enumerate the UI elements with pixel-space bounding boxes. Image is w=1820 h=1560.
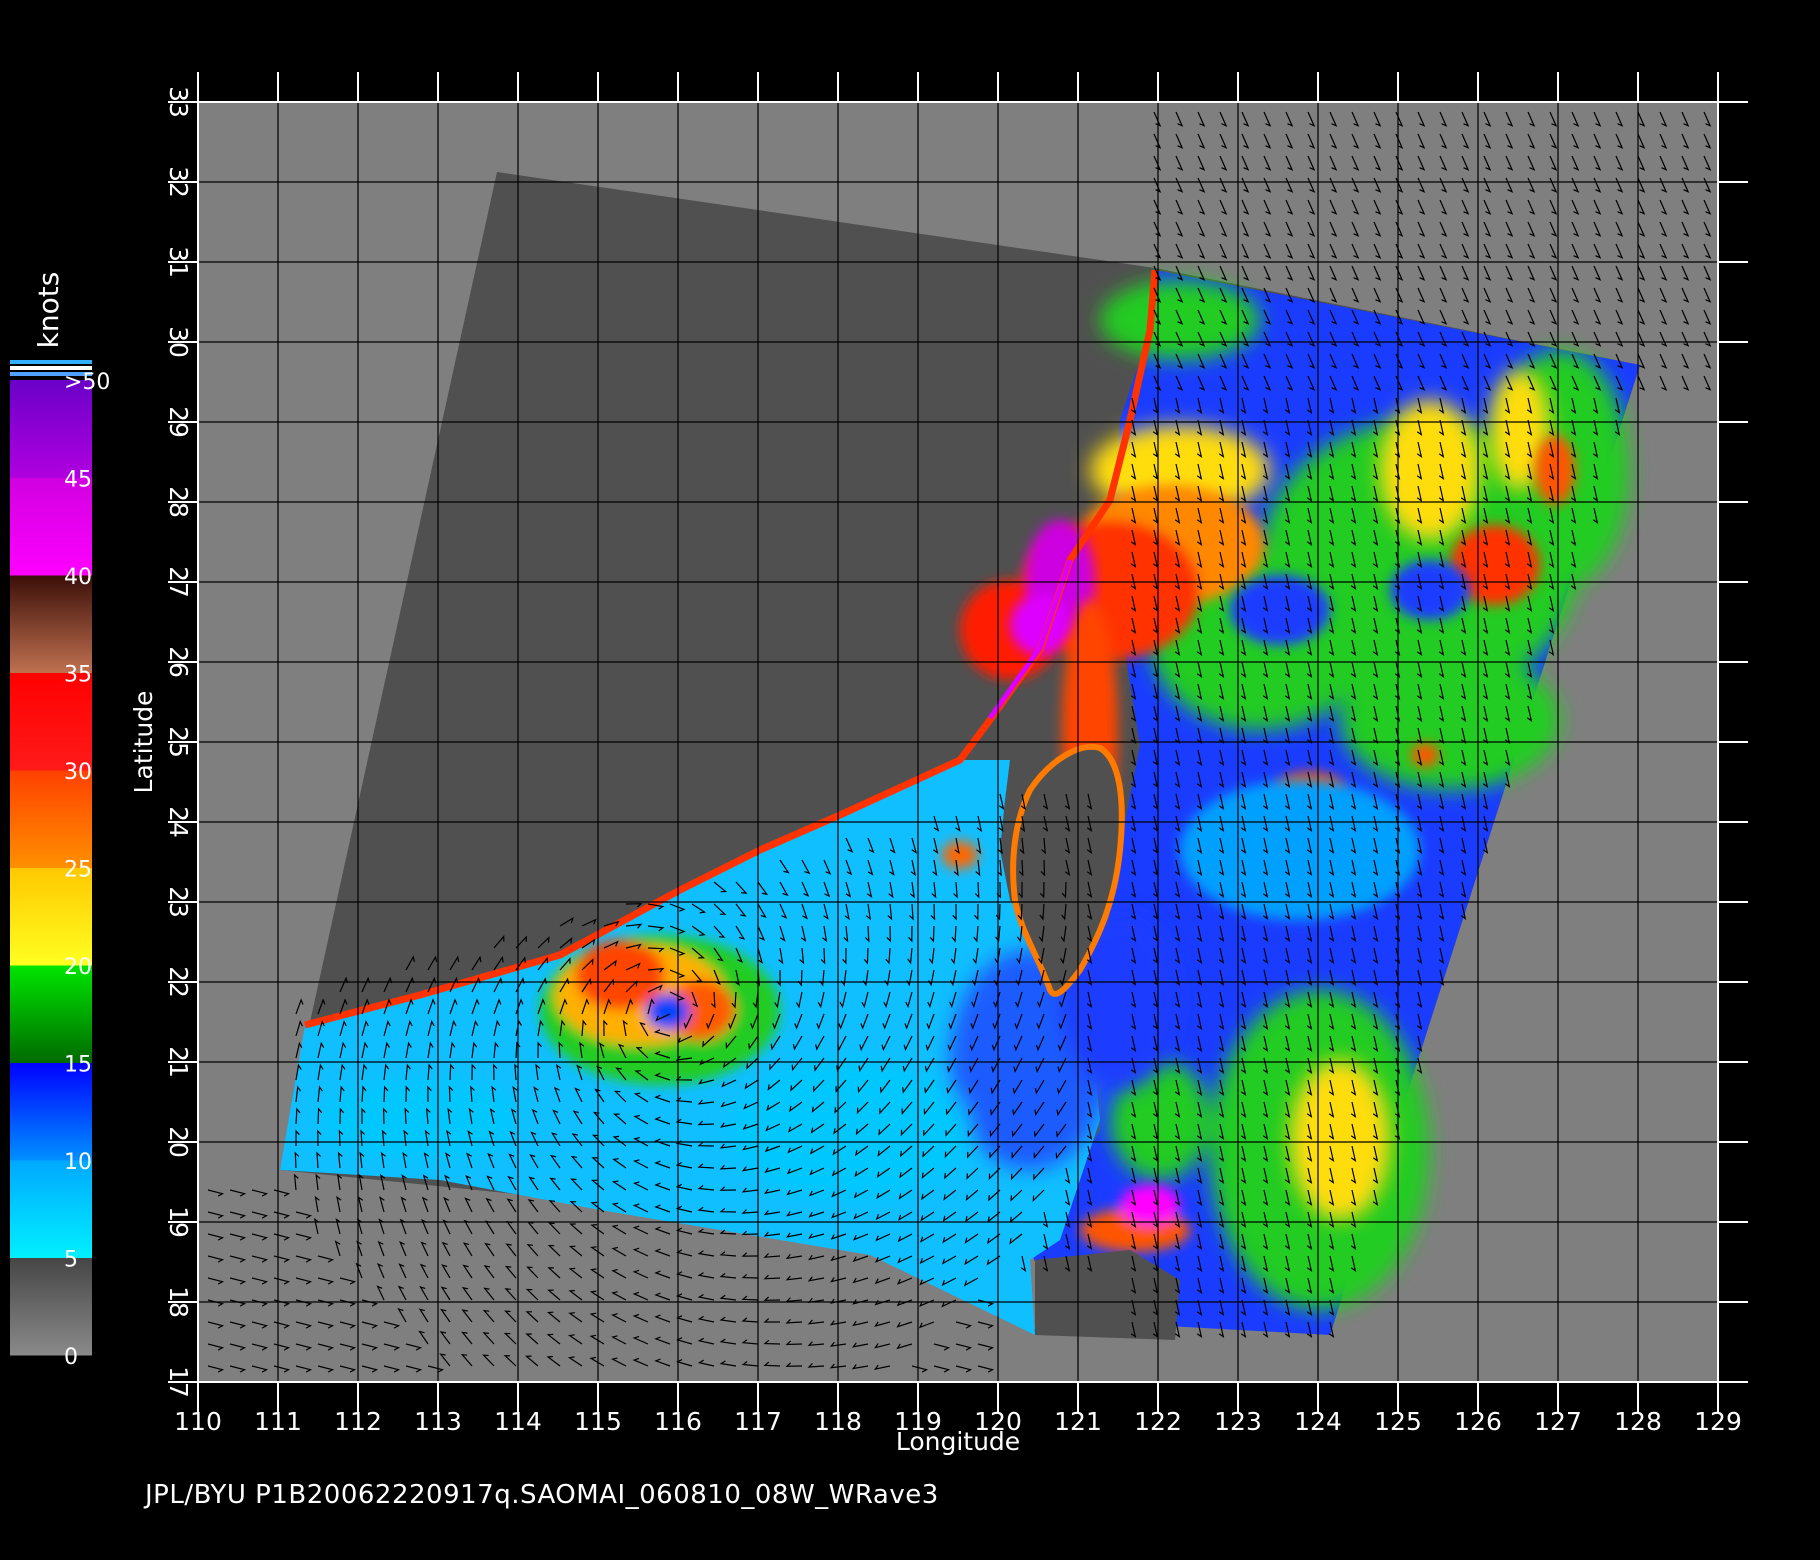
lat-tick-label-28: 28 xyxy=(164,486,193,518)
lon-tick-label-111: 111 xyxy=(254,1407,302,1436)
lat-tick-label-22: 22 xyxy=(164,966,193,998)
lat-tick-label-21: 21 xyxy=(164,1046,193,1078)
colorbar-tick-label: 5 xyxy=(64,1248,78,1273)
lat-tick-label-29: 29 xyxy=(164,406,193,438)
x-axis-label: Longitude xyxy=(896,1427,1020,1456)
lon-tick-label-114: 114 xyxy=(494,1407,542,1436)
lat-tick-label-31: 31 xyxy=(164,246,193,278)
lon-tick-label-121: 121 xyxy=(1054,1407,1102,1436)
colorbar-unit-label: knots xyxy=(32,272,65,349)
lon-tick-label-129: 129 xyxy=(1694,1407,1742,1436)
colorbar-tick-label: 0 xyxy=(64,1345,78,1370)
lat-tick-label-19: 19 xyxy=(164,1206,193,1238)
lat-tick-label-33: 33 xyxy=(164,86,193,118)
lat-tick-label-20: 20 xyxy=(164,1126,193,1158)
lat-tick-label-25: 25 xyxy=(164,726,193,758)
latitude-tick-labels: 17 18 19 20 21 22 23 24 25 26 27 28 29 30 31 32 33 xyxy=(164,86,193,1398)
lon-tick-label-122: 122 xyxy=(1134,1407,1182,1436)
lon-tick-label-113: 113 xyxy=(414,1407,462,1436)
colorbar-tick-label: 30 xyxy=(64,760,92,785)
lon-tick-label-116: 116 xyxy=(654,1407,702,1436)
lat-tick-label-27: 27 xyxy=(164,566,193,598)
lon-tick-label-128: 128 xyxy=(1614,1407,1662,1436)
colorbar-tick-label: 35 xyxy=(64,663,92,688)
lon-tick-label-117: 117 xyxy=(734,1407,782,1436)
colorbar-tick-label: >50 xyxy=(64,370,110,395)
lat-tick-label-17: 17 xyxy=(164,1366,193,1398)
lon-tick-label-127: 127 xyxy=(1534,1407,1582,1436)
footer-caption: JPL/BYU P1B20062220917q.SAOMAI_060810_08… xyxy=(145,1480,939,1510)
lon-tick-label-110: 110 xyxy=(174,1407,222,1436)
colorbar-segment-0-5 xyxy=(10,1257,92,1356)
lat-tick-label-32: 32 xyxy=(164,166,193,198)
y-axis-label: Latitude xyxy=(129,691,158,794)
lon-tick-label-125: 125 xyxy=(1374,1407,1422,1436)
colorbar-tick-label: 45 xyxy=(64,468,92,493)
lon-tick-label-112: 112 xyxy=(334,1407,382,1436)
lat-tick-label-23: 23 xyxy=(164,886,193,918)
lon-tick-label-115: 115 xyxy=(574,1407,622,1436)
lon-tick-label-123: 123 xyxy=(1214,1407,1262,1436)
colorbar-top-stripe xyxy=(10,360,92,364)
wind-map: 110 111 112 113 114 115 116 117 118 119 120 121 122 1… xyxy=(10,72,1748,1456)
lat-tick-label-30: 30 xyxy=(164,326,193,358)
lat-tick-label-26: 26 xyxy=(164,646,193,678)
lat-tick-label-18: 18 xyxy=(164,1286,193,1318)
colorbar-tick-label: 40 xyxy=(64,565,92,590)
colorbar-tick-label: 10 xyxy=(64,1150,92,1175)
lat-tick-label-24: 24 xyxy=(164,806,193,838)
lon-tick-label-124: 124 xyxy=(1294,1407,1342,1436)
colorbar-tick-label: 20 xyxy=(64,955,92,980)
colorbar-tick-label: 25 xyxy=(64,858,92,883)
lon-tick-label-126: 126 xyxy=(1454,1407,1502,1436)
lon-tick-label-118: 118 xyxy=(814,1407,862,1436)
colorbar-tick-label: 15 xyxy=(64,1053,92,1078)
